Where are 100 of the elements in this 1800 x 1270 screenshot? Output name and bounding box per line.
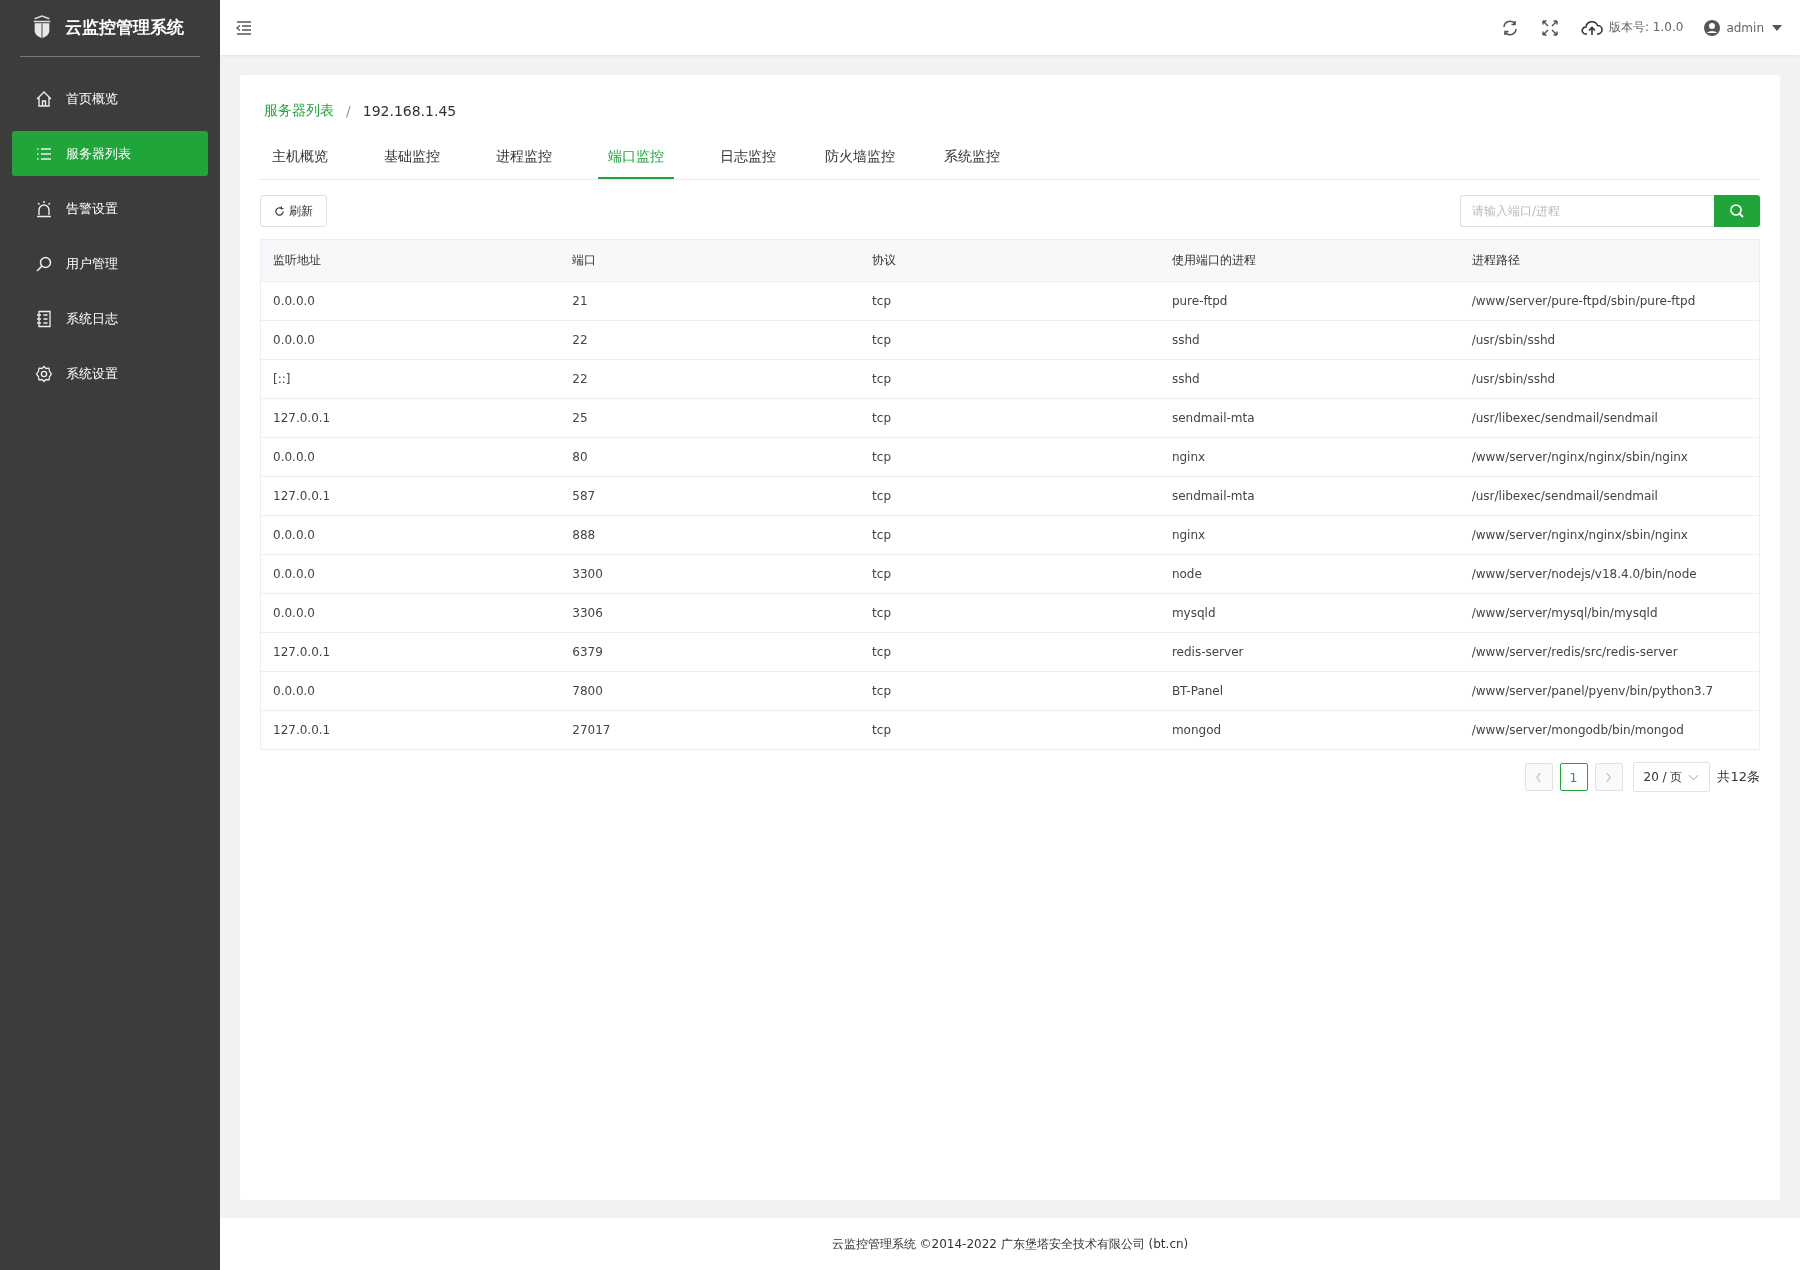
table-cell: 0.0.0.0 — [260, 671, 561, 711]
table-cell: 0.0.0.0 — [260, 281, 561, 321]
table-cell: 22 — [560, 359, 861, 399]
tab[interactable]: 进程监控 — [468, 138, 580, 179]
table-cell: /www/server/mongodb/bin/mongod — [1459, 710, 1760, 750]
table-cell: 80 — [560, 437, 861, 477]
table-cell: 0.0.0.0 — [260, 515, 561, 555]
table-cell: /www/server/pure-ftpd/sbin/pure-ftpd — [1459, 281, 1760, 321]
table-cell: /usr/libexec/sendmail/sendmail — [1459, 476, 1760, 516]
table-cell: sendmail-mta — [1159, 398, 1460, 438]
sidebar-item[interactable]: 系统设置 — [12, 351, 208, 396]
user-avatar-icon — [1703, 18, 1722, 37]
tab[interactable]: 防火墙监控 — [804, 138, 916, 179]
table-cell: tcp — [860, 710, 1160, 750]
user-menu[interactable]: admin — [1726, 20, 1764, 35]
table-cell: 127.0.0.1 — [260, 398, 561, 438]
tab[interactable]: 日志监控 — [692, 138, 804, 179]
table-cell: 21 — [560, 281, 861, 321]
chevron-left-icon — [1535, 771, 1542, 783]
table-cell: mongod — [1159, 710, 1460, 750]
table-cell: redis-server — [1159, 632, 1460, 672]
table-cell: tcp — [860, 437, 1160, 477]
table-cell: node — [1159, 554, 1460, 594]
cloud-upload-icon — [1581, 18, 1603, 37]
table-cell: 25 — [560, 398, 861, 438]
table-cell: /www/server/panel/pyenv/bin/python3.7 — [1459, 671, 1760, 711]
table-cell: /www/server/nodejs/v18.4.0/bin/node — [1459, 554, 1760, 594]
table-cell: 0.0.0.0 — [260, 320, 561, 360]
sidebar-item[interactable]: 系统日志 — [12, 296, 208, 341]
table-cell: /www/server/nginx/nginx/sbin/nginx — [1459, 515, 1760, 555]
sidebar-item[interactable]: 首页概览 — [12, 76, 208, 121]
table-cell: tcp — [860, 359, 1160, 399]
total-count: 共12条 — [1717, 768, 1760, 786]
shield-logo-icon — [31, 15, 53, 39]
table-cell: tcp — [860, 476, 1160, 516]
search-icon — [35, 254, 53, 273]
chevron-down-icon — [1688, 773, 1700, 781]
table-cell: 127.0.0.1 — [260, 476, 561, 516]
table-cell: 7800 — [560, 671, 861, 711]
table-cell: tcp — [860, 554, 1160, 594]
table-cell: BT-Panel — [1159, 671, 1460, 711]
table-cell: 888 — [560, 515, 861, 555]
table-cell: 127.0.0.1 — [260, 632, 561, 672]
breadcrumb-separator: / — [346, 103, 351, 119]
table-cell: 127.0.0.1 — [260, 710, 561, 750]
caret-icon[interactable] — [1772, 24, 1782, 31]
table-cell: tcp — [860, 281, 1160, 321]
column-header: 监听地址 — [260, 239, 561, 282]
table-cell: nginx — [1159, 437, 1460, 477]
app-title: 云监控管理系统 — [65, 15, 184, 39]
search-button[interactable] — [1714, 195, 1760, 227]
search-icon — [1729, 203, 1745, 219]
table-cell: mysqld — [1159, 593, 1460, 633]
fullscreen-icon[interactable] — [1541, 18, 1559, 37]
settings-icon — [35, 364, 53, 383]
column-header: 协议 — [860, 239, 1160, 282]
table-cell: /www/server/mysql/bin/mysqld — [1459, 593, 1760, 633]
refresh-icon — [274, 205, 285, 217]
table-cell: /www/server/nginx/nginx/sbin/nginx — [1459, 437, 1760, 477]
chevron-right-icon — [1605, 771, 1612, 783]
house-icon — [35, 89, 53, 108]
refresh-button[interactable]: 刷新 — [260, 195, 327, 227]
search-field[interactable]: 请输入端口/进程 — [1460, 195, 1714, 227]
table-cell: tcp — [860, 320, 1160, 360]
sidebar-item[interactable]: 用户管理 — [12, 241, 208, 286]
tab[interactable]: 主机概览 — [244, 138, 356, 179]
table-cell: pure-ftpd — [1159, 281, 1460, 321]
breadcrumb-current: 192.168.1.45 — [362, 103, 457, 119]
table-cell: 27017 — [560, 710, 861, 750]
tab[interactable]: 系统监控 — [916, 138, 1028, 179]
table-cell: /www/server/redis/src/redis-server — [1459, 632, 1760, 672]
table-cell: [::] — [260, 359, 561, 399]
alarm-light-icon — [35, 199, 53, 218]
footer-text: 云监控管理系统 ©2014-2022 广东堡塔安全技术有限公司 (bt.cn) — [831, 1235, 1189, 1253]
table-cell: nginx — [1159, 515, 1460, 555]
notebook-icon — [35, 309, 53, 328]
table-cell: 3300 — [560, 554, 861, 594]
sidebar-item[interactable]: 告警设置 — [12, 186, 208, 231]
table-cell: sendmail-mta — [1159, 476, 1460, 516]
column-header: 使用端口的进程 — [1159, 239, 1460, 282]
page-size-select[interactable]: 20 / 页 — [1632, 762, 1711, 792]
column-header: 进程路径 — [1459, 239, 1760, 282]
table-cell: tcp — [860, 632, 1160, 672]
table-cell: 587 — [560, 476, 861, 516]
table-cell: tcp — [860, 398, 1160, 438]
tab[interactable]: 基础监控 — [356, 138, 468, 179]
refresh-icon[interactable] — [1501, 18, 1519, 37]
table-cell: /usr/sbin/sshd — [1459, 359, 1760, 399]
table-cell: tcp — [860, 671, 1160, 711]
table-cell: 0.0.0.0 — [260, 554, 561, 594]
table-cell: 22 — [560, 320, 861, 360]
table-cell: tcp — [860, 593, 1160, 633]
table-cell: /usr/sbin/sshd — [1459, 320, 1760, 360]
table-cell: 0.0.0.0 — [260, 437, 561, 477]
table-cell: 0.0.0.0 — [260, 593, 561, 633]
table-cell: tcp — [860, 515, 1160, 555]
column-header: 端口 — [560, 239, 861, 282]
version-label: 版本号: 1.0.0 — [1609, 19, 1684, 36]
menu-collapse-icon[interactable] — [235, 18, 253, 37]
table-cell: /usr/libexec/sendmail/sendmail — [1459, 398, 1760, 438]
